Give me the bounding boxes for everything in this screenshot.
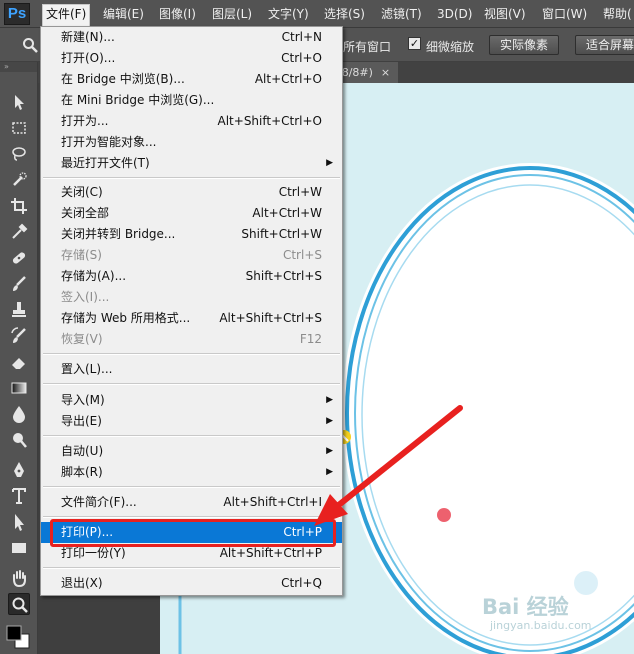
quick-selection-tool-icon[interactable] bbox=[8, 169, 30, 191]
menu-image[interactable]: 图像(I) bbox=[156, 5, 199, 24]
actual-pixels-button[interactable]: 实际像素 bbox=[489, 35, 560, 55]
menu-window[interactable]: 窗口(W) bbox=[539, 5, 590, 24]
panel-collapse-icon[interactable]: » bbox=[0, 62, 37, 72]
healing-brush-tool-icon[interactable] bbox=[8, 247, 30, 269]
clone-stamp-tool-icon[interactable] bbox=[8, 299, 30, 321]
menu-close[interactable]: 关闭(C) Ctrl+W bbox=[41, 182, 342, 203]
menu-help[interactable]: 帮助( bbox=[600, 5, 634, 24]
menu-separator bbox=[43, 383, 340, 385]
menu-filter[interactable]: 滤镜(T) bbox=[378, 5, 425, 24]
menu-separator bbox=[43, 567, 340, 569]
menu-open-as-smart-object[interactable]: 打开为智能对象... bbox=[41, 132, 342, 153]
history-brush-tool-icon[interactable] bbox=[8, 325, 30, 347]
menu-select[interactable]: 选择(S) bbox=[321, 5, 368, 24]
file-menu-dropdown: 新建(N)... Ctrl+N 打开(O)... Ctrl+O 在 Bridge 中… bbox=[40, 26, 343, 596]
menu-close-and-go-to-bridge[interactable]: 关闭并转到 Bridge... Shift+Ctrl+W bbox=[41, 224, 342, 245]
menu-save-as[interactable]: 存储为(A)... Shift+Ctrl+S bbox=[41, 266, 342, 287]
menu-export[interactable]: 导出(E) ▶ bbox=[41, 411, 342, 432]
menu-file-info[interactable]: 文件简介(F)... Alt+Shift+Ctrl+I bbox=[41, 492, 342, 513]
close-icon[interactable]: × bbox=[381, 66, 390, 79]
menu-revert: 恢复(V) F12 bbox=[61, 332, 322, 346]
menu-automate[interactable]: 自动(U) ▶ bbox=[41, 441, 342, 462]
annotation-highlight-box bbox=[50, 519, 336, 547]
document-tab[interactable]: /8/8#) × bbox=[334, 62, 399, 83]
menu-layer[interactable]: 图层(L) bbox=[209, 5, 255, 24]
blur-tool-icon[interactable] bbox=[8, 403, 30, 425]
menu-save-for-web[interactable]: 存储为 Web 所用格式... Alt+Shift+Ctrl+S bbox=[41, 308, 342, 329]
submenu-arrow-icon: ▶ bbox=[326, 158, 333, 168]
tools-panel: » bbox=[0, 62, 38, 654]
menu-separator bbox=[43, 435, 340, 437]
crop-tool-icon[interactable] bbox=[8, 195, 30, 217]
menu-type[interactable]: 文字(Y) bbox=[265, 5, 312, 24]
menu-file[interactable]: 文件(F) bbox=[42, 4, 91, 26]
watermark-url: jingyan.baidu.com bbox=[490, 619, 592, 632]
pen-tool-icon[interactable] bbox=[8, 459, 30, 481]
menu-save: 存储(S) Ctrl+S bbox=[61, 248, 322, 262]
marquee-tool-icon[interactable] bbox=[8, 117, 30, 139]
menu-place[interactable]: 置入(L)... bbox=[41, 359, 342, 380]
menu-check-in: 签入(I)... bbox=[61, 290, 110, 304]
menu-open-as[interactable]: 打开为... Alt+Shift+Ctrl+O bbox=[41, 111, 342, 132]
brush-tool-icon[interactable] bbox=[8, 273, 30, 295]
photoshop-logo: Ps bbox=[4, 3, 30, 25]
gradient-tool-icon[interactable] bbox=[8, 377, 30, 399]
menu-edit[interactable]: 编辑(E) bbox=[100, 5, 147, 24]
color-swatches[interactable] bbox=[3, 622, 35, 652]
menu-close-all[interactable]: 关闭全部 Alt+Ctrl+W bbox=[41, 203, 342, 224]
menu-scripts[interactable]: 脚本(R) ▶ bbox=[41, 462, 342, 483]
move-tool-icon[interactable] bbox=[8, 91, 30, 113]
menu-separator bbox=[43, 353, 340, 355]
menu-separator bbox=[43, 486, 340, 488]
zoom-tool-icon[interactable] bbox=[22, 37, 38, 53]
menu-open-recent[interactable]: 最近打开文件(T) ▶ bbox=[41, 153, 342, 174]
menu-import[interactable]: 导入(M) ▶ bbox=[41, 390, 342, 411]
hand-tool-icon[interactable] bbox=[8, 567, 30, 589]
type-tool-icon[interactable] bbox=[8, 485, 30, 507]
menu-separator bbox=[43, 177, 340, 179]
all-windows-label[interactable]: 所有窗口 bbox=[343, 38, 391, 55]
menu-new[interactable]: 新建(N)... Ctrl+N bbox=[41, 27, 342, 48]
dodge-tool-icon[interactable] bbox=[8, 429, 30, 451]
lasso-tool-icon[interactable] bbox=[8, 143, 30, 165]
menu-browse-in-mini-bridge[interactable]: 在 Mini Bridge 中浏览(G)... bbox=[41, 90, 342, 111]
path-selection-tool-icon[interactable] bbox=[8, 511, 30, 533]
zoom-tool-selected-icon[interactable] bbox=[8, 593, 30, 615]
fit-screen-button[interactable]: 适合屏幕 bbox=[575, 35, 634, 55]
eraser-tool-icon[interactable] bbox=[8, 351, 30, 373]
menu-separator bbox=[43, 516, 340, 518]
menu-bar: Ps 文件(F) 编辑(E) 图像(I) 图层(L) 文字(Y) 选择(S) 滤… bbox=[0, 0, 634, 28]
annotation-arrow-icon bbox=[314, 405, 463, 526]
menu-exit[interactable]: 退出(X) Ctrl+Q bbox=[41, 573, 342, 594]
rectangle-tool-icon[interactable] bbox=[8, 537, 30, 559]
watermark-logo: Bai 经验 bbox=[482, 595, 569, 619]
scrubby-zoom-checkbox[interactable]: ✓ bbox=[408, 37, 421, 50]
menu-open[interactable]: 打开(O)... Ctrl+O bbox=[41, 48, 342, 69]
menu-browse-in-bridge[interactable]: 在 Bridge 中浏览(B)... Alt+Ctrl+O bbox=[41, 69, 342, 90]
menu-view[interactable]: 视图(V) bbox=[481, 5, 529, 24]
eyedropper-tool-icon[interactable] bbox=[8, 221, 30, 243]
scrubby-zoom-label: 细微缩放 bbox=[426, 40, 475, 54]
menu-3d[interactable]: 3D(D) bbox=[434, 5, 475, 24]
document-tab-title: /8/8#) bbox=[338, 66, 373, 79]
